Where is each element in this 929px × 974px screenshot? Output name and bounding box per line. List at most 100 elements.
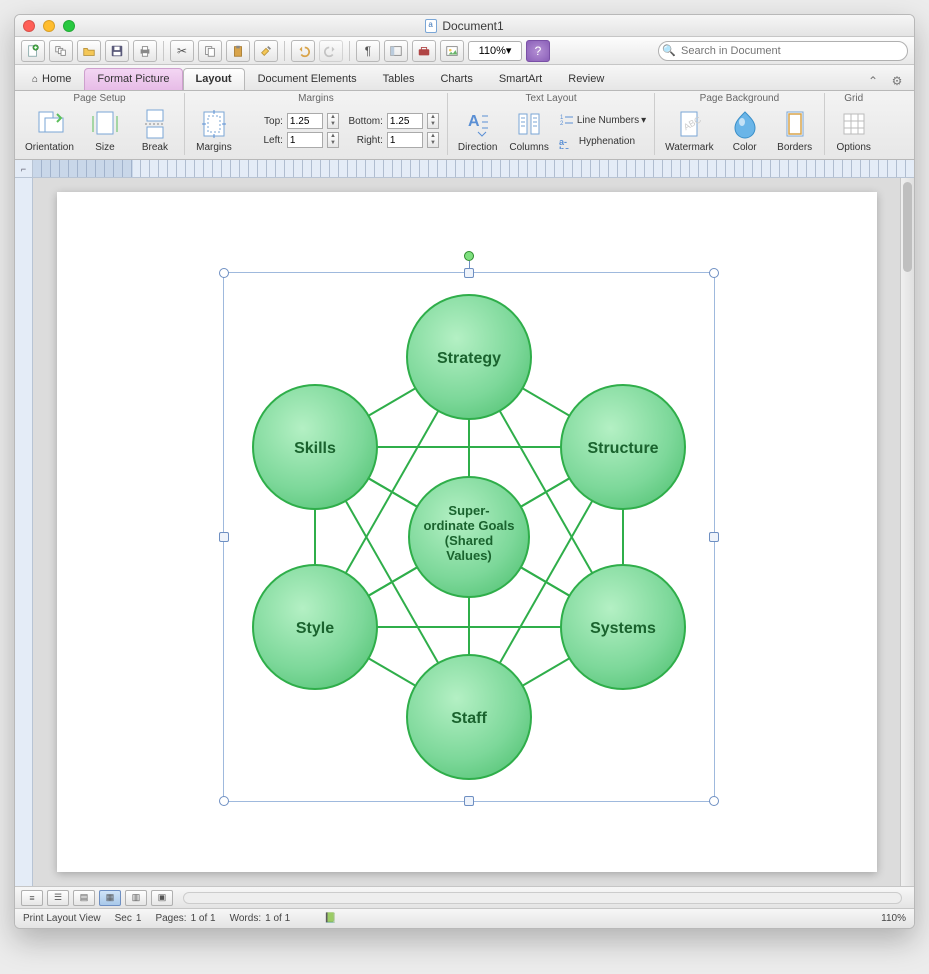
tab-layout[interactable]: Layout [183, 68, 245, 90]
app-window: Document1 ✂ ¶ 110% ▾ ? 🔍 ⌂Home Format Pi… [14, 14, 915, 929]
resize-handle-n[interactable] [464, 268, 474, 278]
status-sec-label: Sec [115, 913, 132, 924]
undo-button[interactable] [291, 40, 315, 62]
vertical-scrollbar[interactable] [900, 178, 914, 886]
status-zoom[interactable]: 110% [881, 913, 906, 924]
horizontal-ruler[interactable] [33, 160, 914, 177]
view-focus-button[interactable]: ▣ [151, 890, 173, 906]
resize-handle-sw[interactable] [219, 796, 229, 806]
search-input[interactable] [658, 41, 908, 61]
size-button[interactable]: Size [84, 106, 126, 155]
ruler-corner[interactable]: ⌐ [15, 160, 33, 177]
tab-tables[interactable]: Tables [370, 68, 428, 90]
margin-bottom-input[interactable] [387, 113, 423, 129]
home-icon: ⌂ [32, 74, 38, 85]
document-canvas[interactable]: Strategy Structure Systems Staff [33, 178, 900, 886]
show-formatting-button[interactable]: ¶ [356, 40, 380, 62]
margin-left-stepper[interactable]: ▲▼ [327, 132, 339, 148]
page: Strategy Structure Systems Staff [57, 192, 877, 872]
zoom-window-button[interactable] [63, 20, 75, 32]
margin-top-stepper[interactable]: ▲▼ [327, 113, 339, 129]
tab-smartart[interactable]: SmartArt [486, 68, 555, 90]
margins-button[interactable]: Margins [193, 106, 235, 155]
columns-button[interactable]: Columns [507, 106, 550, 155]
margin-left-input[interactable] [287, 132, 323, 148]
quick-access-toolbar: ✂ ¶ 110% ▾ ? 🔍 [15, 37, 914, 65]
ribbon: Page Setup Orientation Size Break Margin… [15, 91, 914, 160]
resize-handle-nw[interactable] [219, 268, 229, 278]
status-words-label: Words: [230, 913, 262, 924]
copy-button[interactable] [198, 40, 222, 62]
page-borders-button[interactable]: Borders [774, 106, 816, 155]
rotate-handle[interactable] [464, 251, 474, 261]
margin-bottom-stepper[interactable]: ▲▼ [427, 113, 439, 129]
paste-button[interactable] [226, 40, 250, 62]
tab-home[interactable]: ⌂Home [19, 68, 84, 90]
horizontal-scrollbar[interactable] [183, 892, 902, 904]
group-label: Grid [833, 93, 875, 106]
svg-text:A: A [468, 113, 480, 130]
minimize-window-button[interactable] [43, 20, 55, 32]
resize-handle-s[interactable] [464, 796, 474, 806]
orientation-button[interactable]: Orientation [23, 106, 76, 155]
ribbon-tabs: ⌂Home Format Picture Layout Document Ele… [15, 65, 914, 91]
status-bar: Print Layout View Sec 1 Pages: 1 of 1 Wo… [15, 908, 914, 928]
grid-options-button[interactable]: Options [833, 106, 875, 155]
direction-button[interactable]: A Direction [456, 106, 499, 155]
group-page-setup: Page Setup Orientation Size Break [15, 93, 185, 155]
toolbox-button[interactable] [412, 40, 436, 62]
tab-charts[interactable]: Charts [427, 68, 485, 90]
resize-handle-e[interactable] [709, 532, 719, 542]
tab-format-picture[interactable]: Format Picture [84, 68, 182, 90]
view-print-layout-button[interactable]: ▦ [99, 890, 121, 906]
resize-handle-ne[interactable] [709, 268, 719, 278]
view-draft-button[interactable]: ≡ [21, 890, 43, 906]
save-button[interactable] [105, 40, 129, 62]
help-button[interactable]: ? [526, 40, 550, 62]
resize-handle-se[interactable] [709, 796, 719, 806]
resize-handle-w[interactable] [219, 532, 229, 542]
view-outline-button[interactable]: ☰ [47, 890, 69, 906]
redo-button[interactable] [319, 40, 343, 62]
line-numbers-button[interactable]: 12 Line Numbers ▾ [559, 113, 646, 129]
document-area: Strategy Structure Systems Staff [15, 178, 914, 886]
media-browser-button[interactable] [440, 40, 464, 62]
group-margins: Margins Margins Top: ▲▼ Bottom: ▲▼ [185, 93, 448, 155]
zoom-combo[interactable]: 110% ▾ [468, 41, 522, 61]
cut-button[interactable]: ✂ [170, 40, 194, 62]
svg-text:2: 2 [560, 121, 564, 127]
view-publishing-button[interactable]: ▤ [73, 890, 95, 906]
view-notebook-button[interactable]: ▥ [125, 890, 147, 906]
spellcheck-icon[interactable]: 📗 [324, 913, 336, 924]
tab-review[interactable]: Review [555, 68, 617, 90]
watermark-button[interactable]: ABC Watermark [663, 106, 716, 155]
collapse-ribbon-button[interactable]: ⌃ [864, 72, 882, 90]
open-button[interactable] [77, 40, 101, 62]
view-bar: ≡ ☰ ▤ ▦ ▥ ▣ [15, 886, 914, 908]
break-button[interactable]: Break [134, 106, 176, 155]
page-color-button[interactable]: Color [724, 106, 766, 155]
svg-text:bc: bc [559, 145, 570, 149]
tab-document-elements[interactable]: Document Elements [245, 68, 370, 90]
templates-button[interactable] [49, 40, 73, 62]
window-title: Document1 [15, 19, 914, 33]
margin-top-label: Top: [243, 116, 283, 127]
ribbon-settings-button[interactable]: ⚙ [888, 72, 906, 90]
new-document-button[interactable] [21, 40, 45, 62]
margin-right-input[interactable] [387, 132, 423, 148]
group-label: Page Background [663, 93, 816, 106]
margin-top-input[interactable] [287, 113, 323, 129]
document-icon [425, 19, 437, 33]
selection-box[interactable] [223, 272, 715, 802]
vertical-ruler[interactable] [15, 178, 33, 886]
group-page-background: Page Background ABC Watermark Color Bord… [655, 93, 825, 155]
close-window-button[interactable] [23, 20, 35, 32]
hyphenation-button[interactable]: a-bc Hyphenation [559, 135, 646, 149]
search-icon: 🔍 [662, 44, 676, 57]
margin-right-stepper[interactable]: ▲▼ [427, 132, 439, 148]
format-painter-button[interactable] [254, 40, 278, 62]
print-button[interactable] [133, 40, 157, 62]
group-label: Margins [193, 93, 439, 106]
group-grid: Grid Options [825, 93, 883, 155]
sidebar-toggle-button[interactable] [384, 40, 408, 62]
